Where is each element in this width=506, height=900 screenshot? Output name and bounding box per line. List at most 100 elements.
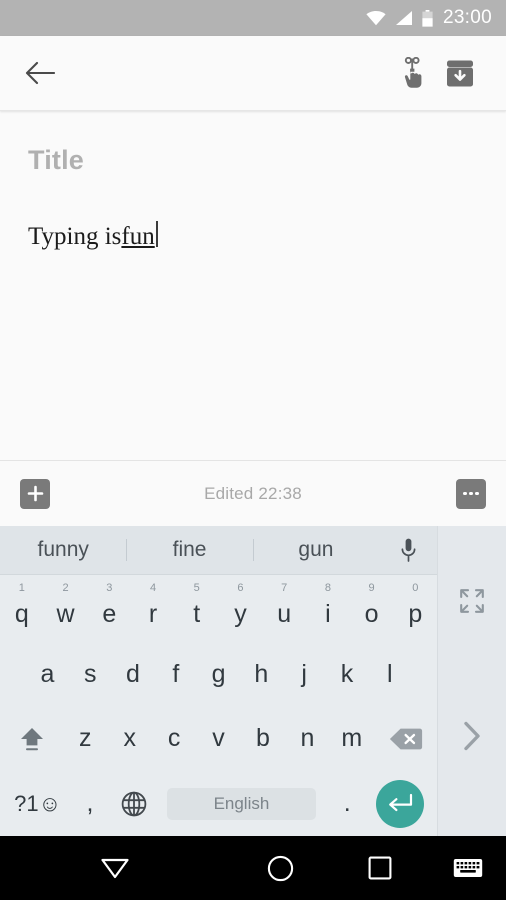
key-l[interactable]: l	[368, 642, 411, 707]
key-n[interactable]: n	[285, 707, 329, 772]
nav-switch-keyboard-button[interactable]	[430, 857, 506, 879]
key-label: d	[126, 659, 140, 688]
key-label: p	[408, 599, 423, 628]
space-key-label: English	[166, 787, 317, 820]
key-label: s	[83, 659, 97, 688]
key-label: k	[340, 659, 354, 688]
period-key[interactable]: .	[326, 771, 367, 836]
suggestion-strip: funny fine gun	[0, 526, 438, 575]
back-button[interactable]	[16, 49, 64, 97]
key-hint: 2	[62, 582, 69, 594]
space-key[interactable]: English	[156, 771, 326, 836]
key-hint: 5	[193, 582, 200, 594]
key-label: j	[301, 659, 307, 688]
key-label: .	[343, 789, 351, 818]
note-body-text: Typing is	[28, 222, 122, 250]
note-editor[interactable]: Title Typing is fun	[0, 111, 506, 460]
shift-icon	[16, 725, 48, 753]
language-switch-key[interactable]	[111, 771, 157, 836]
key-h[interactable]: h	[240, 642, 283, 707]
key-hint: 1	[18, 582, 25, 594]
suggestion-2[interactable]: gun	[253, 538, 379, 562]
pin-button[interactable]	[388, 49, 436, 97]
key-label: r	[148, 599, 158, 628]
key-q[interactable]: 1q	[0, 577, 44, 642]
key-z[interactable]: z	[63, 707, 107, 772]
status-bar-icons	[366, 9, 433, 27]
key-x[interactable]: x	[108, 707, 152, 772]
key-y[interactable]: 6y	[219, 577, 263, 642]
overflow-menu-button[interactable]	[456, 478, 486, 509]
key-label: l	[386, 659, 393, 688]
key-label: t	[193, 599, 201, 628]
archive-button[interactable]	[436, 49, 484, 97]
key-label: y	[234, 599, 247, 628]
shift-key[interactable]	[0, 707, 63, 772]
add-attachment-button[interactable]	[20, 478, 50, 509]
navigation-bar	[0, 836, 506, 900]
key-j[interactable]: j	[283, 642, 326, 707]
suggestion-1[interactable]: fine	[126, 538, 252, 562]
key-label: q	[14, 599, 29, 628]
archive-icon	[445, 59, 475, 88]
key-m[interactable]: m	[330, 707, 374, 772]
keyboard-side-panel	[437, 526, 506, 836]
key-label: ?1☺	[14, 790, 62, 816]
backspace-key[interactable]	[374, 707, 437, 772]
key-b[interactable]: b	[241, 707, 285, 772]
note-body-input[interactable]: Typing is fun	[28, 218, 478, 252]
key-e[interactable]: 3e	[87, 577, 131, 642]
key-w[interactable]: 2w	[44, 577, 88, 642]
enter-key[interactable]	[368, 771, 431, 836]
symbols-key[interactable]: ?1☺	[6, 771, 69, 836]
key-i[interactable]: 8i	[306, 577, 350, 642]
more-options-icon	[463, 491, 479, 496]
recents-icon	[368, 856, 392, 880]
keyboard-rows: 1q 2w 3e 4r 5t 6y 7u 8i 9o 0p a s d f g	[0, 575, 437, 836]
suggestion-0[interactable]: funny	[0, 538, 126, 562]
key-u[interactable]: 7u	[262, 577, 306, 642]
key-hint: 6	[237, 582, 244, 594]
key-t[interactable]: 5t	[175, 577, 219, 642]
key-label: x	[123, 724, 136, 753]
globe-icon	[121, 791, 147, 817]
battery-icon	[422, 9, 433, 27]
key-label: u	[277, 599, 292, 628]
nav-home-button[interactable]	[230, 855, 330, 882]
app-toolbar	[0, 36, 506, 111]
key-o[interactable]: 9o	[350, 577, 394, 642]
key-label: ,	[86, 789, 94, 818]
home-icon	[267, 855, 294, 882]
key-label: e	[102, 599, 117, 628]
key-label: n	[300, 724, 315, 753]
status-bar: 23:00	[0, 0, 506, 36]
key-hint: 4	[149, 582, 157, 594]
next-panel-button[interactable]	[461, 676, 483, 836]
key-label: g	[211, 659, 226, 688]
key-label: w	[56, 599, 75, 628]
key-label: f	[172, 659, 180, 688]
expand-keyboard-button[interactable]	[459, 526, 485, 676]
key-p[interactable]: 0p	[393, 577, 437, 642]
pin-hand-icon	[397, 57, 427, 89]
status-bar-clock: 23:00	[442, 7, 492, 28]
key-r[interactable]: 4r	[131, 577, 175, 642]
key-label: z	[79, 724, 92, 753]
key-f[interactable]: f	[154, 642, 197, 707]
keyboard: funny fine gun 1q 2w 3e 4 r 5 t 6 y 7 u …	[0, 526, 506, 836]
nav-back-button[interactable]	[0, 857, 230, 879]
note-title-input[interactable]: Title	[28, 145, 478, 176]
key-label: b	[256, 724, 270, 753]
key-d[interactable]: d	[112, 642, 155, 707]
key-k[interactable]: k	[326, 642, 369, 707]
key-s[interactable]: s	[69, 642, 112, 707]
key-g[interactable]: g	[197, 642, 240, 707]
key-label: m	[341, 724, 363, 753]
key-a[interactable]: a	[26, 642, 69, 707]
voice-input-button[interactable]	[379, 538, 437, 562]
plus-icon	[27, 485, 44, 502]
key-c[interactable]: c	[152, 707, 196, 772]
key-v[interactable]: v	[196, 707, 240, 772]
nav-recents-button[interactable]	[330, 856, 430, 880]
comma-key[interactable]: ,	[69, 771, 110, 836]
